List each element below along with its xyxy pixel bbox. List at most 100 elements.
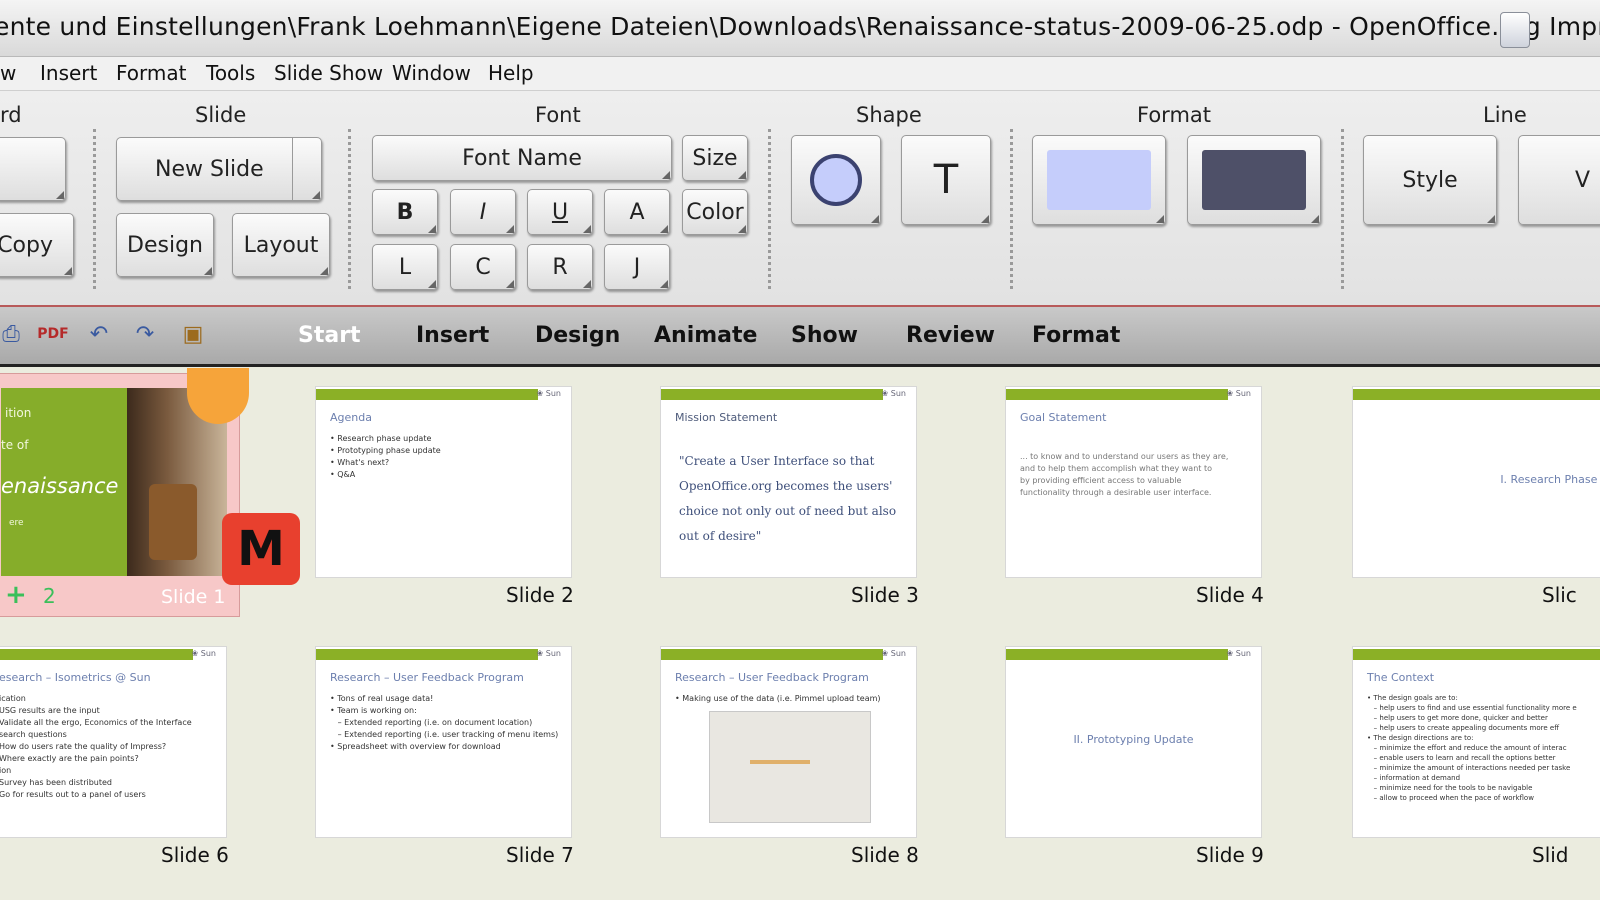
align-center-button[interactable]: C [450, 244, 516, 290]
menu-insert[interactable]: Insert [40, 61, 97, 85]
tab-animate[interactable]: Animate [654, 323, 757, 348]
slide-6-thumbnail[interactable]: ❀ Sun esearch – Isometrics @ Sun ication… [0, 646, 227, 838]
line-style-button[interactable]: Style [1363, 135, 1497, 225]
slide-5-thumbnail[interactable]: I. Research Phase Update [1352, 386, 1600, 578]
text-box-button[interactable]: T [901, 135, 991, 225]
redo-icon[interactable]: ↷ [130, 319, 160, 349]
slide-7-thumbnail[interactable]: ❀ Sun Research – User Feedback Program •… [315, 646, 572, 838]
slide-4-label: Slide 4 [1196, 583, 1264, 607]
slide-header-bar [1006, 389, 1228, 400]
tab-design[interactable]: Design [535, 323, 620, 348]
slide-sorter: ition te of enaissance ere + 2 Slide 1 M… [0, 367, 1600, 900]
menu-window[interactable]: Window [392, 61, 471, 85]
justify-label: J [633, 254, 641, 280]
font-size-label: Size [692, 145, 738, 171]
master-badge[interactable]: M [222, 513, 300, 585]
slide-8-thumbnail[interactable]: ❀ Sun Research – User Feedback Program •… [660, 646, 917, 838]
align-right-button[interactable]: R [527, 244, 593, 290]
bold-button[interactable]: B [372, 189, 438, 235]
window-title: ente und Einstellungen\Frank Loehmann\Ei… [0, 12, 1600, 41]
copy-button-label: Copy [0, 232, 53, 258]
group-separator [348, 129, 351, 289]
slide-1-title: enaissance [1, 474, 119, 498]
menu-view[interactable]: w [0, 61, 16, 85]
menu-format[interactable]: Format [116, 61, 186, 85]
italic-label: I [479, 199, 487, 225]
tab-start[interactable]: Start [298, 323, 361, 348]
slide-7-heading: Research – User Feedback Program [330, 671, 524, 684]
ribbon: rd Slide Font Shape Format Line Copy New… [0, 91, 1600, 307]
circle-icon [810, 154, 862, 206]
tab-review[interactable]: Review [906, 323, 995, 348]
window-control-button[interactable] [1500, 12, 1530, 48]
slide-1-text-2: te of [1, 438, 29, 452]
fill-dark-swatch [1202, 150, 1306, 210]
slide-logo-icon: ❀ Sun [191, 649, 216, 658]
slide-1-thumbnail[interactable]: ition te of enaissance ere [1, 388, 227, 576]
justify-button[interactable]: J [604, 244, 670, 290]
menu-help[interactable]: Help [488, 61, 534, 85]
paste-button[interactable] [0, 137, 66, 201]
font-name-button[interactable]: Font Name [372, 135, 672, 181]
slide-1-selection[interactable]: ition te of enaissance ere + 2 Slide 1 [0, 368, 249, 617]
underline-button[interactable]: U [527, 189, 593, 235]
slide-4-thumbnail[interactable]: ❀ Sun Goal Statement ... to know and to … [1005, 386, 1262, 578]
layout-button[interactable]: Layout [232, 213, 330, 277]
font-size-button[interactable]: Size [682, 135, 748, 181]
layout-button-label: Layout [243, 232, 319, 258]
menu-slide-show[interactable]: Slide Show [274, 61, 383, 85]
menu-bar: w Insert Format Tools Slide Show Window … [0, 57, 1600, 91]
slide-header-bar [316, 649, 538, 660]
tab-show[interactable]: Show [791, 323, 858, 348]
fill-light-button[interactable] [1032, 135, 1166, 225]
presentation-icon[interactable]: ▣ [178, 319, 208, 349]
slide-header-bar [1006, 649, 1228, 660]
screenshot-highlight [750, 760, 810, 764]
slide-3-thumbnail[interactable]: ❀ Sun Mission Statement "Create a User I… [660, 386, 917, 578]
printer-icon[interactable]: ⎙ [0, 319, 26, 349]
menu-tools[interactable]: Tools [206, 61, 255, 85]
align-center-label: C [475, 254, 491, 280]
italic-button[interactable]: I [450, 189, 516, 235]
slide-7-label: Slide 7 [506, 843, 574, 867]
slide-header-bar [661, 389, 883, 400]
line-width-button[interactable]: V [1518, 135, 1600, 225]
new-slide-button[interactable]: New Slide [116, 137, 322, 201]
align-left-label: L [398, 254, 412, 280]
new-slide-button-label: New Slide [155, 156, 264, 182]
design-button-label: Design [127, 232, 203, 258]
slide-10-label: Slid [1532, 843, 1569, 867]
slide-logo-icon: ❀ Sun [881, 389, 906, 398]
quote-line-4: out of desire" [679, 529, 762, 543]
design-button[interactable]: Design [116, 213, 214, 277]
slide-9-thumbnail[interactable]: ❀ Sun II. Prototyping Update [1005, 646, 1262, 838]
slide-9-label: Slide 9 [1196, 843, 1264, 867]
undo-icon[interactable]: ↶ [84, 319, 114, 349]
tab-format[interactable]: Format [1032, 323, 1120, 348]
bold-label: B [396, 199, 414, 225]
tab-insert[interactable]: Insert [416, 323, 489, 348]
quote-line-2: OpenOffice.org becomes the users' [679, 479, 893, 493]
group-format-label: Format [1137, 103, 1212, 127]
new-slide-dropdown-divider [292, 138, 293, 200]
font-color-button[interactable]: Color [682, 189, 748, 235]
slide-10-thumbnail[interactable]: The Context • The design goals are to: –… [1352, 646, 1600, 838]
pdf-icon[interactable]: PDF [37, 319, 68, 349]
group-font-label: Font [535, 103, 581, 127]
slide-4-body: ... to know and to understand our users … [1020, 452, 1229, 497]
slide-header-bar [1353, 649, 1600, 660]
slide-logo-icon: ❀ Sun [1226, 389, 1251, 398]
fill-dark-button[interactable] [1187, 135, 1321, 225]
ribbon-tab-bar: ⎙ PDF ↶ ↷ ▣ Start Insert Design Animate … [0, 307, 1600, 367]
copy-button[interactable]: Copy [0, 213, 74, 277]
add-icon[interactable]: + [5, 580, 27, 610]
slide-2-thumbnail[interactable]: ❀ Sun Agenda • Research phase update • P… [315, 386, 572, 578]
align-left-button[interactable]: L [372, 244, 438, 290]
slide-10-body: • The design goals are to: – help users … [1367, 694, 1577, 802]
ellipse-shape-button[interactable] [791, 135, 881, 225]
slide-header-bar [0, 649, 193, 660]
slide-3-heading: Mission Statement [675, 411, 778, 424]
slide-5-title: I. Research Phase Update [1500, 473, 1600, 486]
font-name-label: Font Name [462, 145, 582, 171]
font-style-button[interactable]: A [604, 189, 670, 235]
